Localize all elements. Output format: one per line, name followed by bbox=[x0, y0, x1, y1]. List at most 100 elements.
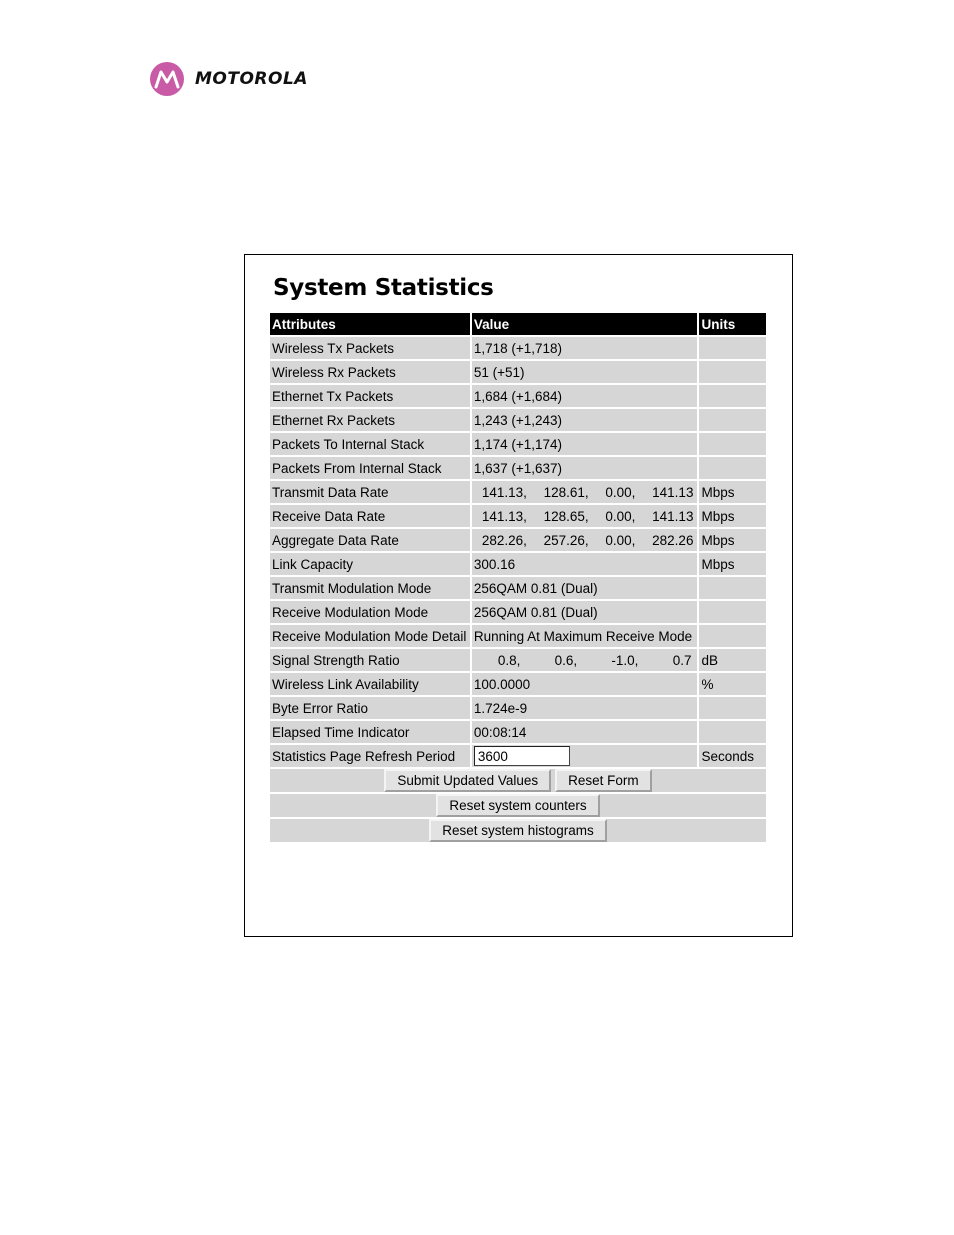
rate-value-1: 282.26, bbox=[481, 532, 527, 548]
rate-value-4: 141.13 bbox=[652, 484, 694, 500]
attribute-value: 51 (+51) bbox=[471, 361, 698, 383]
attribute-label: Packets From Internal Stack bbox=[270, 457, 470, 479]
attribute-label: Link Capacity bbox=[270, 553, 470, 575]
attribute-label: Wireless Rx Packets bbox=[270, 361, 470, 383]
refresh-period-unit: Seconds bbox=[699, 745, 766, 767]
attribute-label: Ethernet Rx Packets bbox=[270, 409, 470, 431]
attribute-value: 1,684 (+1,684) bbox=[471, 385, 698, 407]
attribute-value: Running At Maximum Receive Mode bbox=[471, 625, 698, 647]
attribute-label: Receive Modulation Mode bbox=[270, 601, 470, 623]
refresh-period-input[interactable] bbox=[473, 746, 570, 766]
attribute-label: Receive Data Rate bbox=[270, 505, 470, 527]
attribute-unit: Mbps bbox=[699, 553, 766, 575]
attribute-value: 1,718 (+1,718) bbox=[471, 337, 698, 359]
reset-counters-cell: Reset system counters bbox=[270, 794, 766, 817]
ratio-value-1: 0.8, bbox=[497, 652, 521, 668]
table-row: Wireless Link Availability 100.0000 % bbox=[270, 673, 766, 695]
statistics-table: Attributes Value Units Wireless Tx Packe… bbox=[268, 311, 768, 844]
rate-value-2: 257.26, bbox=[543, 532, 589, 548]
attribute-value: 0.8, 0.6, -1.0, 0.7 bbox=[471, 649, 698, 671]
attribute-label: Byte Error Ratio bbox=[270, 697, 470, 719]
table-row: Receive Modulation Mode Detail Running A… bbox=[270, 625, 766, 647]
attribute-unit bbox=[699, 625, 766, 647]
rate-value-4: 141.13 bbox=[652, 508, 694, 524]
reset-system-histograms-button[interactable]: Reset system histograms bbox=[429, 819, 607, 842]
attribute-unit: Mbps bbox=[699, 481, 766, 503]
rate-value-3: 0.00, bbox=[605, 484, 636, 500]
table-row: Aggregate Data Rate 282.26, 257.26, 0.00… bbox=[270, 529, 766, 551]
attribute-unit bbox=[699, 457, 766, 479]
attribute-unit bbox=[699, 577, 766, 599]
attribute-label: Signal Strength Ratio bbox=[270, 649, 470, 671]
rate-value-3: 0.00, bbox=[605, 532, 636, 548]
attribute-unit bbox=[699, 409, 766, 431]
table-row: Transmit Data Rate 141.13, 128.61, 0.00,… bbox=[270, 481, 766, 503]
attribute-label: Ethernet Tx Packets bbox=[270, 385, 470, 407]
table-row: Link Capacity 300.16 Mbps bbox=[270, 553, 766, 575]
reset-histograms-cell: Reset system histograms bbox=[270, 819, 766, 842]
table-row: Elapsed Time Indicator 00:08:14 bbox=[270, 721, 766, 743]
table-row: Transmit Modulation Mode 256QAM 0.81 (Du… bbox=[270, 577, 766, 599]
refresh-period-row: Statistics Page Refresh Period Seconds bbox=[270, 745, 766, 767]
reset-system-counters-button[interactable]: Reset system counters bbox=[436, 794, 600, 817]
attribute-unit bbox=[699, 337, 766, 359]
table-row: Signal Strength Ratio 0.8, 0.6, -1.0, 0.… bbox=[270, 649, 766, 671]
motorola-logo: MOTOROLA bbox=[150, 61, 308, 97]
page-title: System Statistics bbox=[273, 275, 494, 301]
attribute-value: 1,637 (+1,637) bbox=[471, 457, 698, 479]
attribute-value: 282.26, 257.26, 0.00, 282.26 bbox=[471, 529, 698, 551]
attribute-unit bbox=[699, 721, 766, 743]
system-statistics-panel: System Statistics Attributes Value Units… bbox=[244, 254, 793, 937]
rate-mean: 141.13, bbox=[481, 484, 527, 500]
header-units: Units bbox=[699, 313, 766, 335]
attribute-value: 00:08:14 bbox=[471, 721, 698, 743]
header-value: Value bbox=[471, 313, 698, 335]
brand-name: MOTOROLA bbox=[195, 69, 308, 89]
rate-value-1: 141.13, bbox=[481, 508, 527, 524]
table-row: Wireless Rx Packets 51 (+51) bbox=[270, 361, 766, 383]
attribute-label: Receive Modulation Mode Detail bbox=[270, 625, 470, 647]
ratio-value-3: -1.0, bbox=[611, 652, 639, 668]
attribute-unit bbox=[699, 433, 766, 455]
table-row: Receive Modulation Mode 256QAM 0.81 (Dua… bbox=[270, 601, 766, 623]
table-row: Packets From Internal Stack 1,637 (+1,63… bbox=[270, 457, 766, 479]
attribute-value: 1,243 (+1,243) bbox=[471, 409, 698, 431]
table-row: Byte Error Ratio 1.724e-9 bbox=[270, 697, 766, 719]
attribute-value: 100.0000 bbox=[471, 673, 698, 695]
motorola-batwing-icon bbox=[150, 62, 184, 96]
form-buttons-cell: Submit Updated Values Reset Form bbox=[270, 769, 766, 792]
table-row: Ethernet Tx Packets 1,684 (+1,684) bbox=[270, 385, 766, 407]
refresh-period-cell bbox=[471, 745, 698, 767]
reset-counters-row: Reset system counters bbox=[270, 794, 766, 817]
attribute-label: Transmit Data Rate bbox=[270, 481, 470, 503]
table-row: Ethernet Rx Packets 1,243 (+1,243) bbox=[270, 409, 766, 431]
attribute-unit bbox=[699, 385, 766, 407]
attribute-unit: % bbox=[699, 673, 766, 695]
attribute-label: Wireless Tx Packets bbox=[270, 337, 470, 359]
reset-form-button[interactable]: Reset Form bbox=[555, 769, 652, 792]
attribute-value: 141.13, 128.61, 0.00, 141.13 bbox=[471, 481, 698, 503]
table-row: Wireless Tx Packets 1,718 (+1,718) bbox=[270, 337, 766, 359]
rate-value-4: 282.26 bbox=[652, 532, 694, 548]
attribute-value: 1,174 (+1,174) bbox=[471, 433, 698, 455]
submit-updated-values-button[interactable]: Submit Updated Values bbox=[384, 769, 552, 792]
attribute-value: 1.724e-9 bbox=[471, 697, 698, 719]
header-attributes: Attributes bbox=[270, 313, 470, 335]
attribute-label: Elapsed Time Indicator bbox=[270, 721, 470, 743]
attribute-unit: Mbps bbox=[699, 529, 766, 551]
refresh-period-label: Statistics Page Refresh Period bbox=[270, 745, 470, 767]
attribute-value: 256QAM 0.81 (Dual) bbox=[471, 601, 698, 623]
attribute-unit: dB bbox=[699, 649, 766, 671]
attribute-unit bbox=[699, 361, 766, 383]
attribute-label: Transmit Modulation Mode bbox=[270, 577, 470, 599]
ratio-value-4: 0.7 bbox=[672, 652, 692, 668]
rate-value-2: 128.65, bbox=[543, 508, 589, 524]
attribute-label: Packets To Internal Stack bbox=[270, 433, 470, 455]
rate-value-3: 0.00, bbox=[605, 508, 636, 524]
attribute-value: 300.16 bbox=[471, 553, 698, 575]
reset-histograms-row: Reset system histograms bbox=[270, 819, 766, 842]
attribute-unit: Mbps bbox=[699, 505, 766, 527]
attribute-label: Aggregate Data Rate bbox=[270, 529, 470, 551]
attribute-unit bbox=[699, 601, 766, 623]
attribute-label: Wireless Link Availability bbox=[270, 673, 470, 695]
